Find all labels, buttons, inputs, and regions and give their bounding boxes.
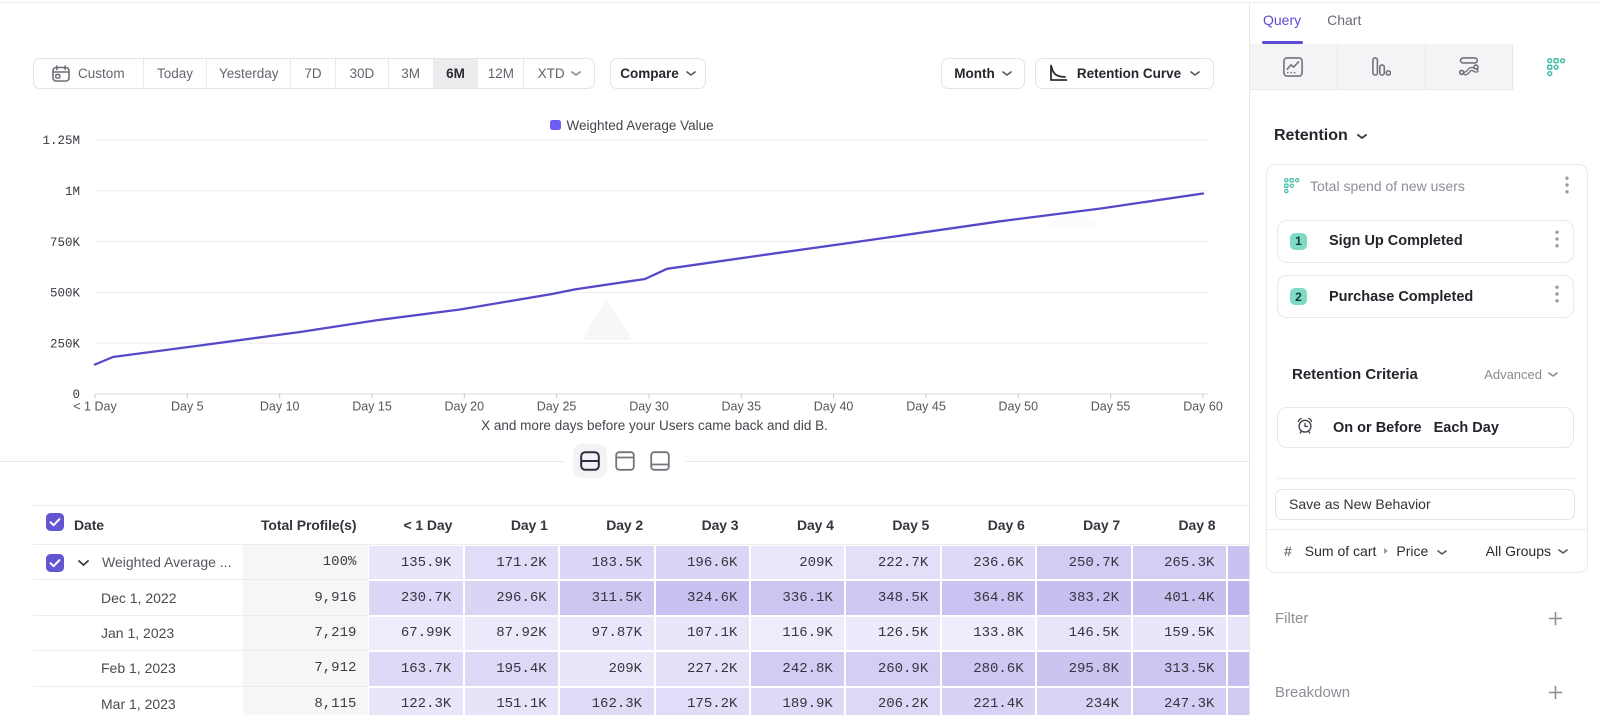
- svg-text:Day 20: Day 20: [444, 400, 484, 414]
- svg-text:Day 40: Day 40: [814, 400, 854, 414]
- svg-text:1.25M: 1.25M: [42, 134, 80, 148]
- svg-text:Day 55: Day 55: [1091, 400, 1131, 414]
- svg-text:250K: 250K: [50, 337, 81, 351]
- svg-text:Day 25: Day 25: [537, 400, 577, 414]
- svg-text:Day 50: Day 50: [998, 400, 1038, 414]
- svg-text:Day 15: Day 15: [352, 400, 392, 414]
- svg-text:Day 60: Day 60: [1183, 400, 1223, 414]
- svg-text:500K: 500K: [50, 287, 81, 301]
- svg-text:Day 35: Day 35: [721, 400, 761, 414]
- svg-text:< 1 Day: < 1 Day: [73, 400, 117, 414]
- svg-text:Day 45: Day 45: [906, 400, 946, 414]
- svg-text:Day 5: Day 5: [171, 400, 204, 414]
- svg-text:Day 10: Day 10: [260, 400, 300, 414]
- svg-text:1M: 1M: [65, 185, 80, 199]
- svg-text:Day 30: Day 30: [629, 400, 669, 414]
- svg-text:750K: 750K: [50, 236, 81, 250]
